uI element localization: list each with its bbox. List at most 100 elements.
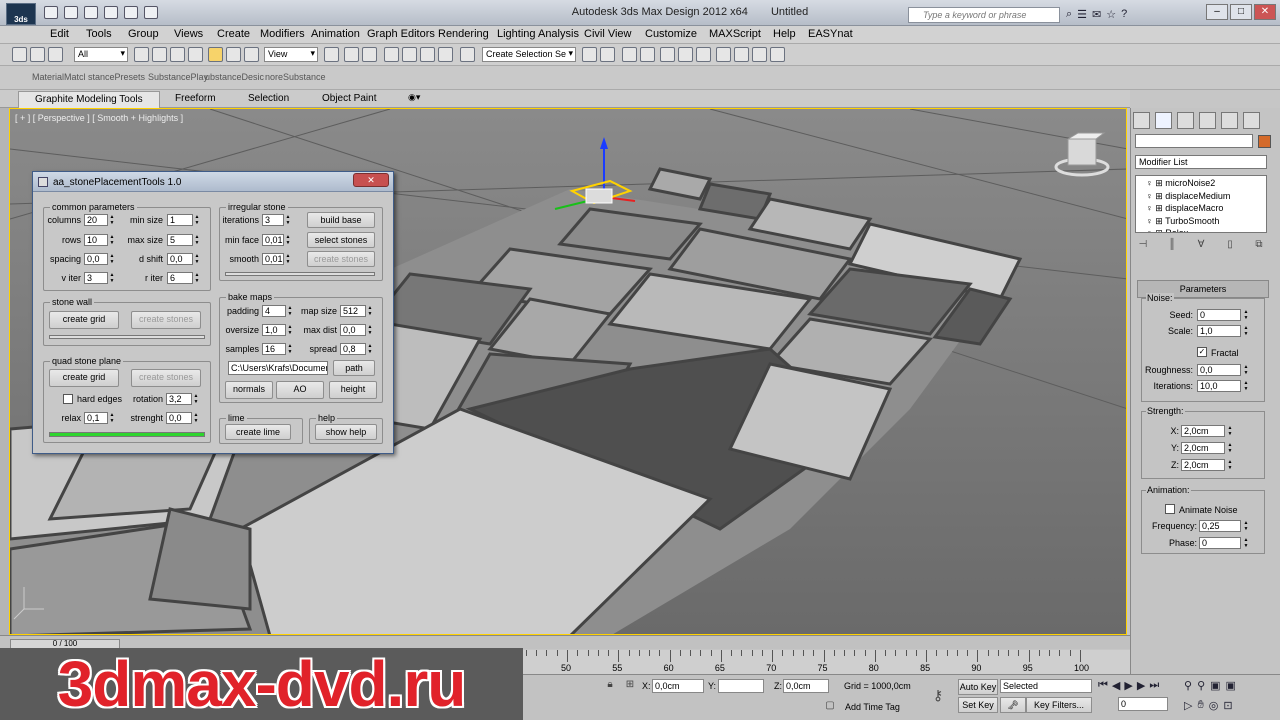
modifier-toggle-icon[interactable]: ♀ ⊞ [1146, 178, 1165, 188]
modifier-stack-item[interactable]: ♀ ⊞ displaceMacro [1146, 203, 1223, 216]
select-by-name-icon[interactable] [152, 47, 167, 62]
set-key-icon[interactable]: 🗝︎ [1000, 697, 1026, 713]
modifier-toggle-icon[interactable]: ♀ ⊞ [1146, 191, 1165, 201]
strength-z-spinner[interactable]: ▲ ▼ [1227, 459, 1233, 471]
modify-tab-icon[interactable] [1155, 112, 1172, 129]
redo-icon[interactable] [124, 6, 138, 19]
relax-spinner[interactable]: ▲ ▼ [109, 412, 115, 424]
object-color-swatch[interactable] [1258, 135, 1271, 148]
map-size-field[interactable]: 512 [340, 305, 366, 317]
dialog-close-button[interactable]: ✕ [353, 173, 389, 187]
open-file-icon[interactable] [64, 6, 78, 19]
goto-end-icon[interactable]: ⏭ [1149, 679, 1159, 692]
script-button-4[interactable]: noreSubstance [265, 72, 326, 82]
pivot-center-icon[interactable] [324, 47, 339, 62]
layer-manager-icon[interactable] [622, 47, 637, 62]
scale-icon[interactable] [244, 47, 259, 62]
select-stones-button[interactable]: select stones [307, 232, 375, 248]
oversize-spinner[interactable]: ▲ ▼ [287, 324, 293, 336]
rendered-frame-icon[interactable] [734, 47, 749, 62]
path-button[interactable]: path [333, 360, 375, 376]
key-filters-button[interactable]: Key Filters... [1026, 697, 1092, 713]
selection-region-icon[interactable] [170, 47, 185, 62]
angle-snap-icon[interactable] [402, 47, 417, 62]
samples-spinner[interactable]: ▲ ▼ [287, 343, 293, 355]
key-icon[interactable]: ⚷ [930, 687, 946, 703]
configure-sets-icon[interactable]: ⧉ [1251, 239, 1267, 253]
menu-item-create[interactable]: Create [217, 28, 250, 40]
r-iter-field[interactable]: 6 [167, 272, 193, 284]
bake-path-field[interactable]: C:\Users\Krafs\Documen [228, 361, 328, 375]
build-base-button[interactable]: build base [307, 212, 375, 228]
menu-item-customize[interactable]: Customize [645, 28, 697, 40]
create-tab-icon[interactable] [1133, 112, 1150, 129]
field-of-view-icon[interactable]: ▷ [1184, 699, 1192, 712]
oversize-field[interactable]: 1,0 [262, 324, 286, 336]
spacing-field[interactable]: 0,0 [84, 253, 108, 265]
window-crossing-icon[interactable] [188, 47, 203, 62]
undo-icon[interactable] [104, 6, 118, 19]
tab-freeform[interactable]: Freeform [175, 93, 216, 104]
unlink-icon[interactable] [30, 47, 45, 62]
menu-item-views[interactable]: Views [174, 28, 203, 40]
menu-item-graph-editors[interactable]: Graph Editors [367, 28, 435, 40]
samples-field[interactable]: 16 [262, 343, 286, 355]
modifier-toggle-icon[interactable]: ♀ ⊞ [1146, 216, 1165, 226]
utilities-tab-icon[interactable] [1243, 112, 1260, 129]
roughness-field[interactable]: 0,0 [1197, 364, 1241, 376]
strength-x-field[interactable]: 2,0cm [1181, 425, 1225, 437]
animate-noise-checkbox[interactable] [1165, 504, 1175, 514]
scale-field[interactable]: 1,0 [1197, 325, 1241, 337]
max-size-field[interactable]: 5 [167, 234, 193, 246]
maximize-button[interactable]: □ [1230, 4, 1252, 20]
tab-selection[interactable]: Selection [248, 93, 289, 104]
rotation-spinner[interactable]: ▲ ▼ [193, 393, 199, 405]
wall-create-grid-button[interactable]: create grid [49, 311, 119, 329]
display-tab-icon[interactable] [1221, 112, 1238, 129]
new-file-icon[interactable] [44, 6, 58, 19]
modifier-list-select[interactable]: Modifier List [1135, 155, 1267, 169]
bind-space-warp-icon[interactable] [48, 47, 63, 62]
project-folder-icon[interactable] [144, 6, 158, 19]
zoom-all-icon[interactable]: ⚲ [1197, 679, 1205, 692]
v-iter-spinner[interactable]: ▲ ▼ [109, 272, 115, 284]
max-size-spinner[interactable]: ▲ ▼ [194, 234, 200, 246]
remove-modifier-icon[interactable]: ▯ [1222, 239, 1238, 253]
goto-start-icon[interactable]: ⏮ [1098, 679, 1108, 692]
menu-item-help[interactable]: Help [773, 28, 796, 40]
selection-filter-select[interactable]: All [74, 47, 128, 62]
object-name-field[interactable] [1135, 134, 1253, 148]
snaps-toggle-icon[interactable] [384, 47, 399, 62]
modifier-toggle-icon[interactable]: ♀ ⊞ [1146, 228, 1165, 232]
strength-z-field[interactable]: 2,0cm [1181, 459, 1225, 471]
previous-frame-icon[interactable]: ◀︎ [1112, 679, 1120, 692]
d-shift-spinner[interactable]: ▲ ▼ [194, 253, 200, 265]
menu-item-animation[interactable]: Animation [311, 28, 360, 40]
frequency-field[interactable]: 0,25 [1199, 520, 1241, 532]
v-iter-field[interactable]: 3 [84, 272, 108, 284]
menu-item-maxscript[interactable]: MAXScript [709, 28, 761, 40]
d-shift-field[interactable]: 0,0 [167, 253, 193, 265]
communication-icon[interactable]: ✉ [1092, 8, 1101, 21]
phase-spinner[interactable]: ▲ ▼ [1243, 537, 1249, 549]
strenght-spinner[interactable]: ▲ ▼ [193, 412, 199, 424]
padding-field[interactable]: 4 [262, 305, 286, 317]
viewport-label[interactable]: [ + ] [ Perspective ] [ Smooth + Highlig… [15, 113, 183, 123]
coord-y-field[interactable] [718, 679, 764, 693]
hierarchy-tab-icon[interactable] [1177, 112, 1194, 129]
quad-create-grid-button[interactable]: create grid [49, 369, 119, 387]
close-button[interactable]: ✕ [1254, 4, 1276, 20]
keyboard-shortcut-icon[interactable] [362, 47, 377, 62]
strength-y-field[interactable]: 2,0cm [1181, 442, 1225, 454]
smooth-spinner[interactable]: ▲ ▼ [285, 253, 291, 265]
iterations-field[interactable]: 3 [262, 214, 284, 226]
max-dist-field[interactable]: 0,0 [340, 324, 366, 336]
max-dist-spinner[interactable]: ▲ ▼ [367, 324, 373, 336]
help-icon[interactable]: ? [1121, 8, 1127, 21]
play-icon[interactable]: ▶︎ [1124, 679, 1132, 692]
modifier-stack-item[interactable]: ♀ ⊞ displaceMedium [1146, 191, 1230, 204]
ao-button[interactable]: AO [276, 381, 324, 399]
selection-lock-icon[interactable]: 🔒︎ [602, 679, 618, 693]
seed-field[interactable]: 0 [1197, 309, 1241, 321]
pan-hand-icon[interactable]: ✋︎ [1197, 699, 1203, 712]
